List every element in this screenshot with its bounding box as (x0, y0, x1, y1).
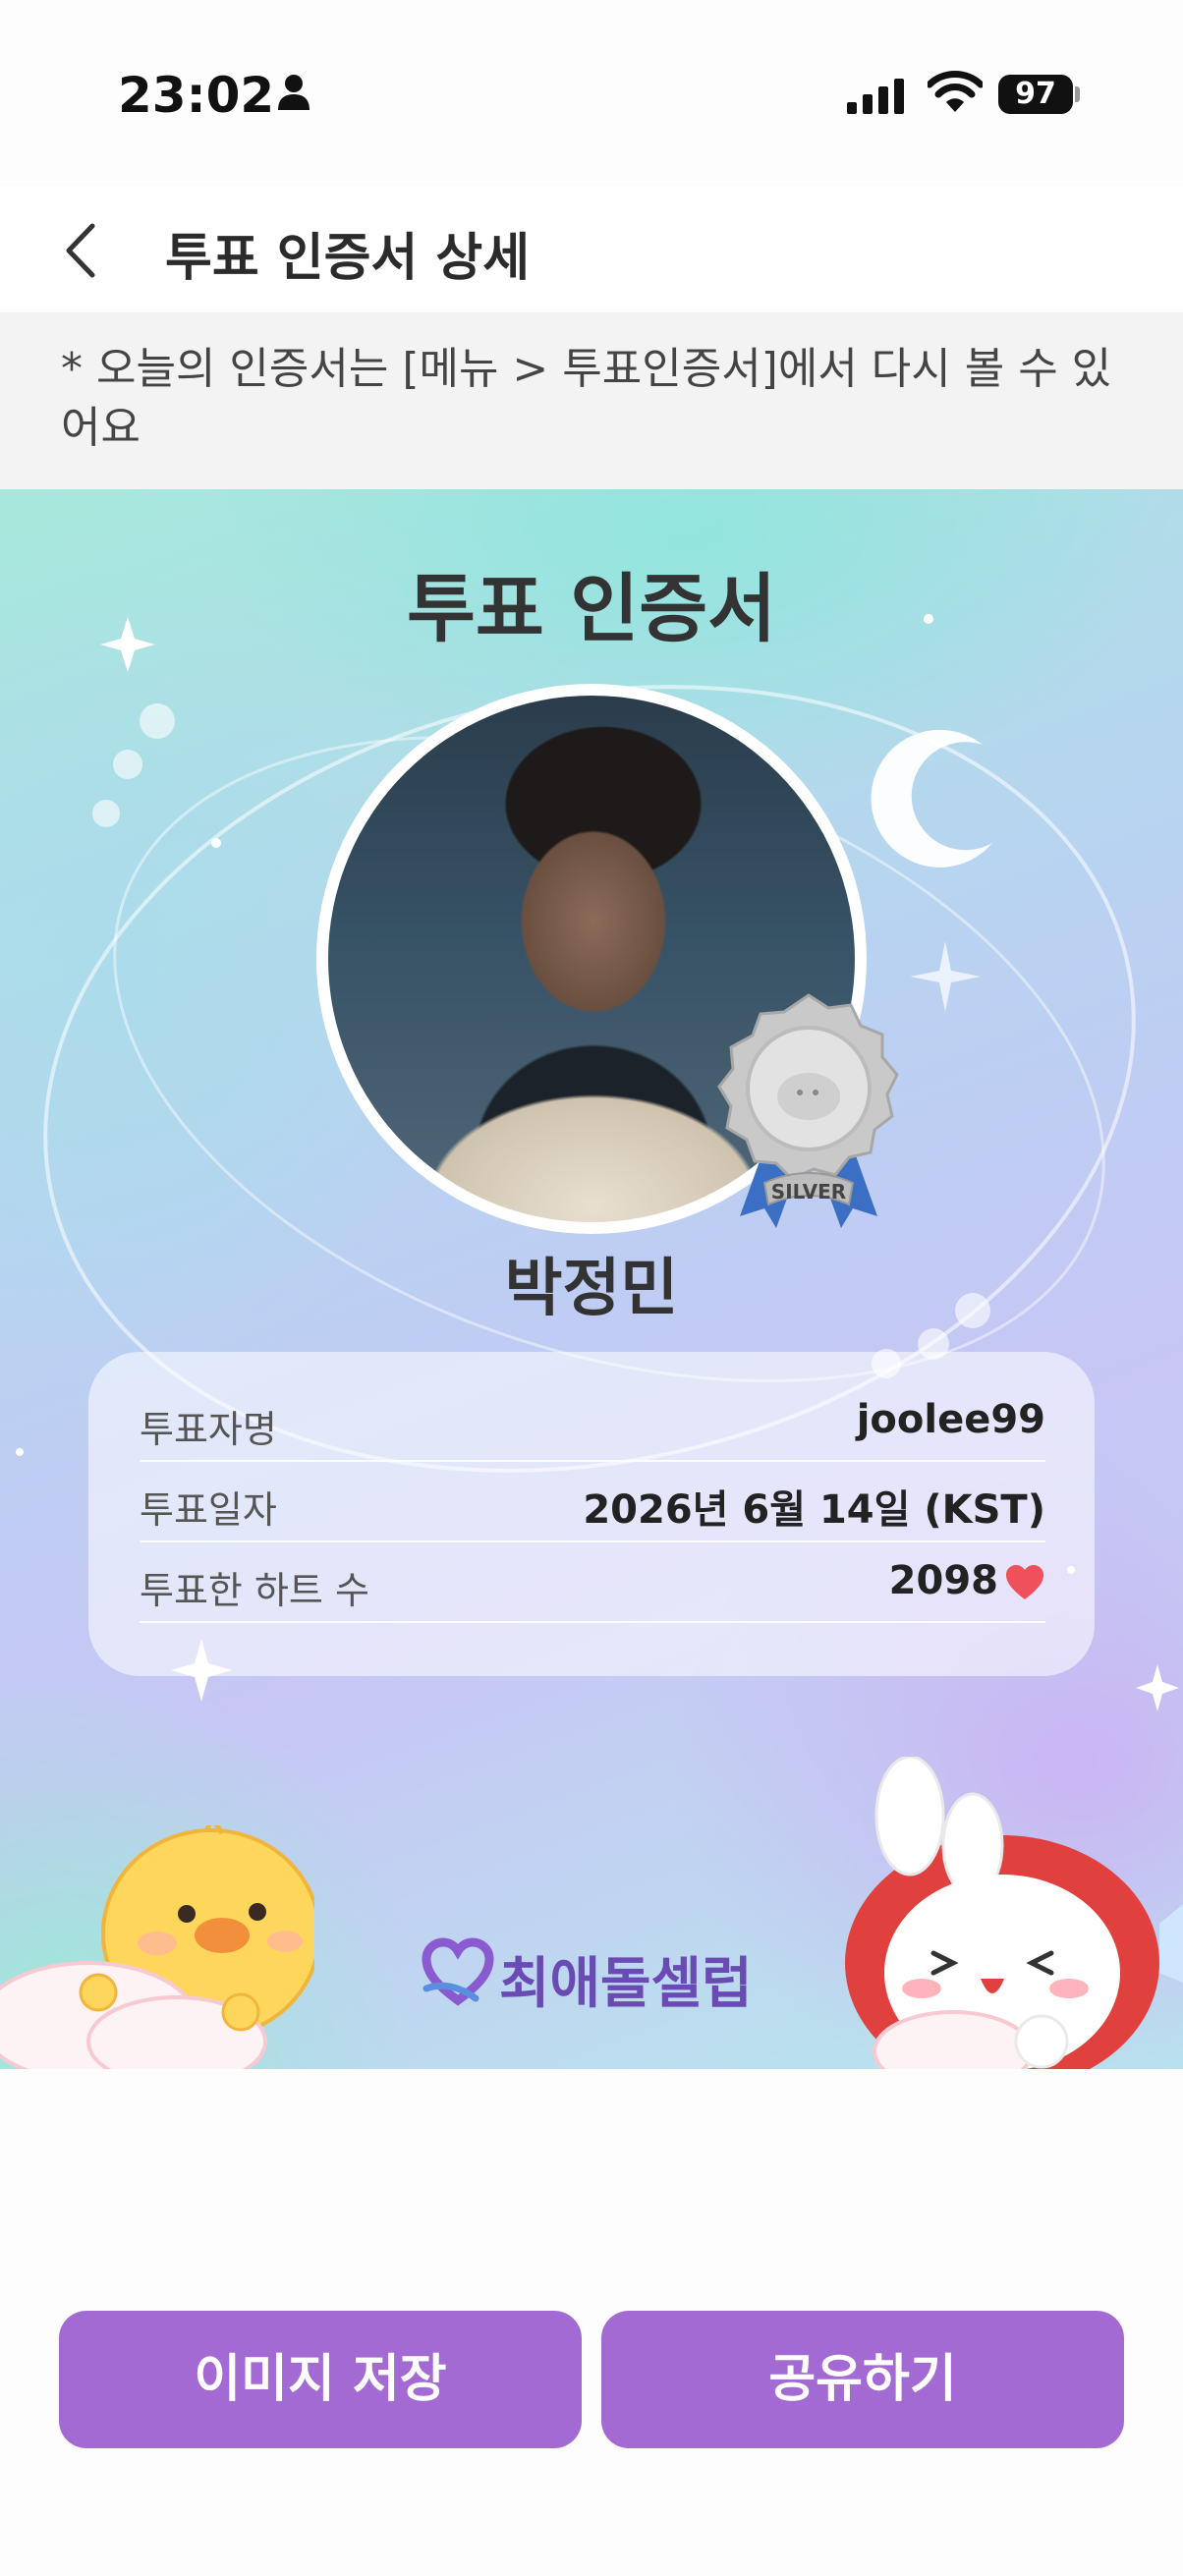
vote-info-box: 투표자명 joolee99 투표일자 2026년 6월 14일 (KST) 투표… (88, 1352, 1095, 1676)
heart-logo-icon (422, 1937, 494, 2006)
silver-badge-icon: SILVER (717, 993, 899, 1228)
share-button[interactable]: 공유하기 (601, 2311, 1124, 2448)
signal-icon (847, 79, 904, 114)
brand-name: 최애돌셀럽 (499, 1952, 753, 2016)
wifi-icon (928, 71, 983, 112)
info-value: joolee99 (856, 1397, 1045, 1442)
battery-tip (1075, 86, 1080, 102)
certificate-title: 투표 인증서 (406, 565, 777, 652)
info-value: 2026년 6월 14일 (KST) (583, 1487, 1045, 1533)
page-title: 투표 인증서 상세 (165, 229, 531, 288)
certificate-card: 투표 인증서 SILVER 박정민 투표자명 joolee99 투표일자 202… (0, 489, 1183, 2069)
info-row-hearts: 투표한 하트 수 2098 (140, 1542, 1045, 1623)
status-bar: 23:02 97 (0, 0, 1183, 187)
bunny-character-icon (845, 1757, 1183, 2069)
heart-icon (1006, 1565, 1043, 1599)
battery-icon: 97 (998, 75, 1073, 114)
info-value-hearts: 2098 (889, 1558, 1045, 1603)
notice-text: * 오늘의 인증서는 [메뉴 > 투표인증서]에서 다시 볼 수 있어요 (61, 344, 1112, 453)
info-label: 투표자명 (140, 1408, 277, 1451)
chevron-left-icon[interactable] (49, 216, 118, 285)
badge-label: SILVER (771, 1180, 846, 1204)
save-image-button[interactable]: 이미지 저장 (59, 2311, 582, 2448)
chick-character-icon (0, 1825, 314, 2069)
person-icon (278, 75, 310, 110)
info-label: 투표한 하트 수 (140, 1569, 369, 1612)
info-row-voter: 투표자명 joolee99 (140, 1381, 1045, 1462)
status-time: 23:02 (118, 67, 275, 124)
artist-name: 박정민 (504, 1253, 679, 1325)
notice-banner: * 오늘의 인증서는 [메뉴 > 투표인증서]에서 다시 볼 수 있어요 (0, 312, 1183, 489)
info-label: 투표일자 (140, 1488, 277, 1532)
info-row-date: 투표일자 2026년 6월 14일 (KST) (140, 1462, 1045, 1542)
heart-count: 2098 (888, 1558, 998, 1603)
nav-bar: 투표 인증서 상세 (0, 187, 1183, 309)
